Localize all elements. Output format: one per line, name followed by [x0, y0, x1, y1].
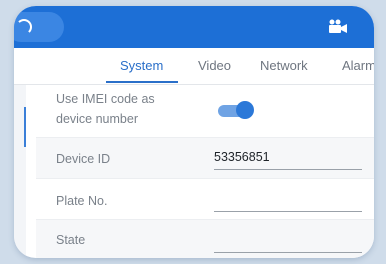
back-button[interactable]: [14, 12, 64, 42]
settings-list: Use IMEI code as device number Device ID…: [36, 85, 374, 258]
plate-no-underline: [214, 211, 362, 212]
rail-selection-marker: [24, 107, 26, 147]
device-id-input[interactable]: 53356851: [214, 150, 270, 164]
tab-network[interactable]: Network: [260, 58, 308, 73]
imei-label-line2: device number: [56, 112, 138, 126]
active-tab-indicator: [106, 81, 178, 83]
video-camera-icon[interactable]: [328, 18, 348, 34]
tab-bar: System Video Network Alarm: [14, 48, 374, 85]
tab-alarm[interactable]: Alarm: [342, 58, 374, 73]
toggle-knob: [236, 101, 254, 119]
tab-system[interactable]: System: [120, 58, 163, 73]
imei-label-line1: Use IMEI code as: [56, 92, 155, 106]
device-id-row: Device ID 53356851: [36, 138, 374, 179]
left-rail: [14, 85, 26, 258]
imei-row: Use IMEI code as device number: [36, 85, 374, 138]
state-underline: [214, 252, 362, 253]
state-row: State: [36, 220, 374, 258]
device-id-underline: [214, 169, 362, 170]
tab-video[interactable]: Video: [198, 58, 231, 73]
plate-no-label: Plate No.: [56, 194, 108, 208]
app-window: System Video Network Alarm Use IMEI code…: [14, 6, 374, 258]
device-id-label: Device ID: [56, 152, 111, 166]
plate-no-row: Plate No.: [36, 179, 374, 220]
back-icon: [16, 19, 32, 35]
state-label: State: [56, 233, 86, 247]
app-bar: [14, 6, 374, 48]
